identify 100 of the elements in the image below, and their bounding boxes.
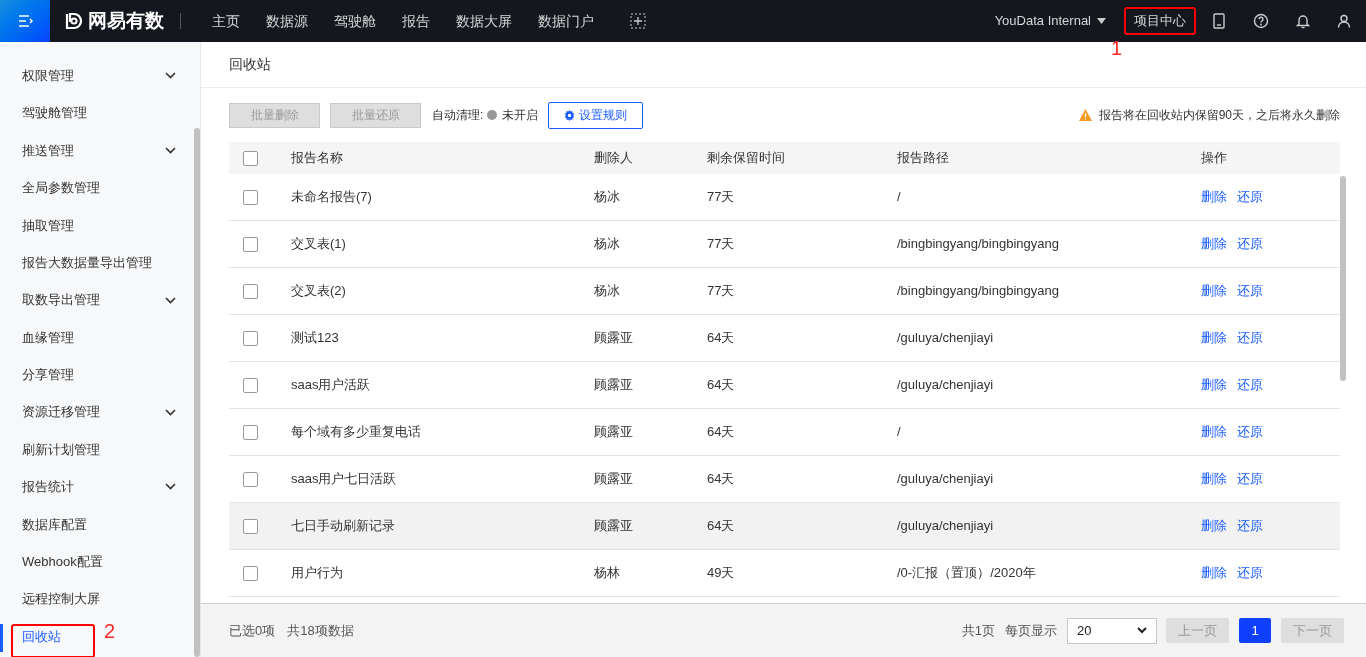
action-link[interactable]: 还原	[1237, 375, 1263, 395]
sidebar-item[interactable]: 分享管理	[22, 365, 74, 385]
sidebar-item[interactable]: 血缘管理	[22, 327, 74, 348]
action-link[interactable]: 删除	[1201, 328, 1227, 348]
logo-text: 网易有数	[88, 8, 164, 33]
user-icon[interactable]	[1337, 14, 1351, 28]
workspace-dropdown[interactable]: YouData Internal	[994, 11, 1106, 31]
sidebar-item[interactable]: 取数导出管理	[22, 290, 100, 310]
caret-icon	[1097, 18, 1106, 24]
action-link[interactable]: 删除	[1201, 281, 1227, 301]
auto-clean-label: 自动清理:	[432, 107, 484, 124]
checkbox[interactable]	[243, 236, 258, 252]
action-link[interactable]: 删除	[1201, 375, 1227, 395]
action-link[interactable]: 删除	[1201, 234, 1227, 254]
action-link[interactable]: 还原	[1237, 234, 1263, 254]
annotation-number: 2	[104, 620, 116, 641]
checkbox[interactable]	[243, 565, 258, 581]
table-cell-text: /guluya/chenjiayi	[897, 329, 995, 348]
sidebar-item[interactable]: 报告大数据量导出管理	[22, 252, 152, 273]
auto-clean-status: 未开启	[502, 107, 539, 124]
checkbox[interactable]	[243, 283, 258, 299]
nav-tab[interactable]: 数据源	[253, 0, 321, 42]
chevron-down-icon[interactable]	[165, 72, 176, 80]
warning-icon	[1078, 109, 1092, 121]
table-cell-text: 七日手动刷新记录	[291, 517, 396, 536]
action-link[interactable]: 删除	[1201, 187, 1227, 207]
nav-tab[interactable]: 数据大屏	[443, 0, 525, 42]
annotation-number: 1	[1111, 38, 1123, 58]
help-icon[interactable]	[1253, 13, 1269, 29]
table-cell-text: /	[897, 188, 902, 207]
bell-icon[interactable]	[1296, 13, 1310, 29]
nav-tab[interactable]: 报告	[389, 0, 443, 42]
total-count: 共18项数据	[287, 621, 354, 640]
sidebar-item[interactable]: 全局参数管理	[22, 178, 100, 198]
action-link[interactable]: 删除	[1201, 422, 1227, 442]
checkbox[interactable]	[243, 471, 258, 487]
sidebar-item[interactable]: 远程控制大屏	[22, 589, 100, 609]
per-page-select[interactable]: 20	[1067, 617, 1157, 644]
sidebar-item[interactable]: 抽取管理	[22, 215, 74, 235]
table-cell-text: saas用户活跃	[291, 376, 372, 395]
action-link[interactable]: 还原	[1237, 516, 1263, 536]
nav-tab[interactable]: 驾驶舱	[321, 0, 389, 42]
action-link[interactable]: 删除	[1201, 469, 1227, 489]
sidebar-item[interactable]: 回收站	[22, 626, 61, 647]
checkbox[interactable]	[243, 150, 258, 166]
chevron-down-icon[interactable]	[165, 296, 176, 304]
table-cell-text: 杨林	[594, 564, 621, 583]
table-row[interactable]: 七日手动刷新记录 顾露亚 64天 /guluya/chenjiayi 删除 还原	[229, 503, 1340, 550]
table-cell-text: 64天	[707, 423, 736, 442]
table-cell-text: 测试123	[291, 329, 340, 348]
action-link[interactable]: 还原	[1237, 328, 1263, 348]
page-button[interactable]: 1	[1239, 618, 1271, 643]
checkbox[interactable]	[243, 189, 258, 205]
action-link[interactable]: 还原	[1237, 187, 1263, 207]
chevron-down-icon[interactable]	[165, 483, 176, 491]
table-cell-text: 每个域有多少重复电话	[291, 423, 422, 442]
menu-button[interactable]	[0, 0, 50, 42]
table-cell-text: 顾露亚	[594, 517, 634, 536]
sidebar-item[interactable]: Webhook配置	[22, 552, 103, 572]
table-cell-text: /guluya/chenjiayi	[897, 470, 995, 489]
checkbox[interactable]	[243, 424, 258, 440]
checkbox[interactable]	[243, 330, 258, 346]
action-link[interactable]: 还原	[1237, 281, 1263, 301]
sidebar-item[interactable]: 报告统计	[22, 477, 74, 497]
chevron-down-icon	[1137, 627, 1147, 634]
table-cell-text: /bingbingyang/bingbingyang	[897, 282, 1060, 301]
sidebar-item[interactable]: 驾驶舱管理	[22, 103, 87, 123]
table-cell-text: /0-汇报（置顶）/2020年	[897, 564, 1037, 583]
table-cell-text: 77天	[707, 188, 736, 207]
sidebar-item[interactable]: 权限管理	[22, 65, 74, 86]
project-center-link[interactable]: 项目中心	[1124, 7, 1196, 35]
action-link[interactable]: 还原	[1237, 422, 1263, 442]
table-cell-text: 77天	[707, 282, 736, 301]
add-screen-icon[interactable]	[630, 13, 646, 29]
table-cell-text: 杨冰	[594, 282, 621, 301]
sidebar-item[interactable]: 资源迁移管理	[22, 402, 100, 422]
action-link[interactable]: 删除	[1201, 563, 1227, 583]
nav-tab[interactable]: 主页	[199, 0, 253, 42]
breadcrumb: 回收站	[229, 55, 271, 74]
tablet-icon[interactable]	[1212, 13, 1226, 29]
column-header: 剩余保留时间	[707, 149, 786, 168]
nav-tab[interactable]: 数据门户	[525, 0, 607, 42]
action-link[interactable]: 删除	[1201, 516, 1227, 536]
action-link[interactable]: 还原	[1237, 469, 1263, 489]
sidebar-item[interactable]: 刷新计划管理	[22, 439, 100, 460]
column-header: 操作	[1201, 149, 1228, 168]
settings-rule-button[interactable]: 设置规则	[548, 101, 644, 129]
table-cell-text: /guluya/chenjiayi	[897, 517, 995, 536]
chevron-down-icon[interactable]	[165, 146, 176, 154]
sidebar-item[interactable]: 推送管理	[22, 140, 74, 161]
chevron-down-icon[interactable]	[165, 408, 176, 416]
sidebar-item[interactable]: 数据库配置	[22, 514, 87, 535]
action-link[interactable]: 还原	[1237, 563, 1263, 583]
table-cell-text: 杨冰	[594, 235, 621, 254]
table-cell-text: 杨冰	[594, 188, 621, 207]
page-count: 共1页	[961, 621, 995, 640]
column-header: 删除人	[594, 149, 634, 168]
checkbox[interactable]	[243, 518, 258, 534]
table-cell-text: /bingbingyang/bingbingyang	[897, 235, 1060, 254]
checkbox[interactable]	[243, 377, 258, 393]
